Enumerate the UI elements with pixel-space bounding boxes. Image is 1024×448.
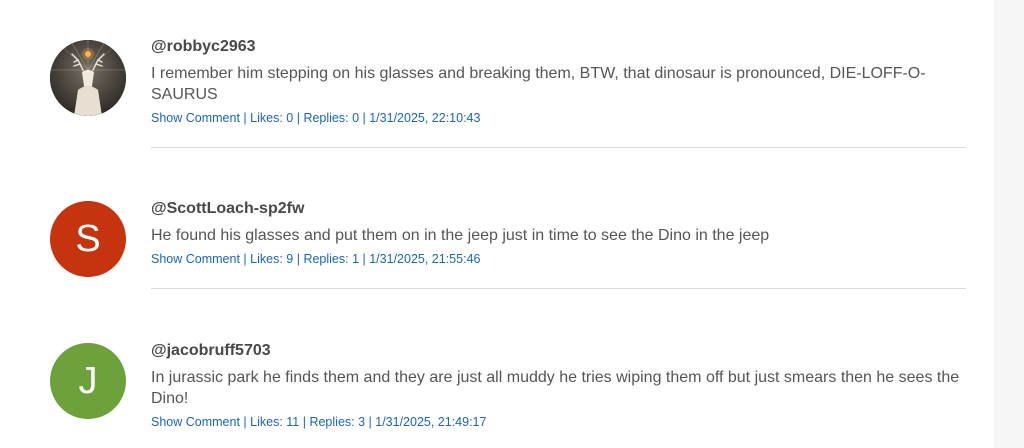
avatar-initial: J xyxy=(78,359,98,402)
avatar-initial: S xyxy=(75,217,101,260)
comment-username[interactable]: @jacobruff5703 xyxy=(151,341,966,361)
likes-count: Likes: 9 xyxy=(250,252,294,266)
user-avatar[interactable]: J xyxy=(50,343,126,419)
comment-username[interactable]: @robbyc2963 xyxy=(151,37,966,57)
likes-count: Likes: 0 xyxy=(250,111,294,125)
comment-text: In jurassic park he finds them and they … xyxy=(151,369,960,407)
comment-divider xyxy=(151,147,966,148)
user-avatar[interactable]: S xyxy=(50,201,126,277)
comment-text: I remember him stepping on his glasses a… xyxy=(151,65,926,103)
show-comment-link[interactable]: Show Comment xyxy=(151,252,240,266)
comment-divider xyxy=(151,288,966,289)
comment-text: He found his glasses and put them on in … xyxy=(151,227,770,244)
show-comment-link[interactable]: Show Comment xyxy=(151,111,240,125)
meta-separator: | xyxy=(239,252,251,266)
meta-separator: | xyxy=(293,252,304,266)
comments-page: @robbyc2963 I remember him stepping on h… xyxy=(0,0,1024,448)
meta-separator: | xyxy=(293,111,304,125)
comment-body: @robbyc2963 I remember him stepping on h… xyxy=(151,37,966,126)
meta-separator: | xyxy=(359,252,370,266)
comment-timestamp: 1/31/2025, 21:49:17 xyxy=(375,415,487,429)
user-avatar[interactable] xyxy=(50,40,126,116)
replies-count: Replies: 0 xyxy=(303,111,360,125)
comment-body: @ScottLoach-sp2fw He found his glasses a… xyxy=(151,199,966,267)
comment-username[interactable]: @ScottLoach-sp2fw xyxy=(151,199,966,219)
comment-meta: Show Comment | Likes: 0 | Replies: 0 | 1… xyxy=(151,110,966,126)
show-comment-link[interactable]: Show Comment xyxy=(151,415,240,429)
comment-body: @jacobruff5703 In jurassic park he finds… xyxy=(151,341,966,430)
replies-count: Replies: 1 xyxy=(303,252,360,266)
comment-meta: Show Comment | Likes: 9 | Replies: 1 | 1… xyxy=(151,251,966,267)
meta-separator: | xyxy=(359,111,370,125)
comment-meta: Show Comment | Likes: 11 | Replies: 3 | … xyxy=(151,414,966,430)
replies-count: Replies: 3 xyxy=(309,415,366,429)
meta-separator: | xyxy=(365,415,376,429)
likes-count: Likes: 11 xyxy=(250,415,300,429)
deer-avatar-icon xyxy=(50,40,126,116)
meta-separator: | xyxy=(239,111,251,125)
meta-separator: | xyxy=(299,415,310,429)
comment-timestamp: 1/31/2025, 21:55:46 xyxy=(369,252,481,266)
comment-timestamp: 1/31/2025, 22:10:43 xyxy=(369,111,481,125)
scrollbar-track[interactable] xyxy=(994,0,1024,448)
meta-separator: | xyxy=(239,415,251,429)
